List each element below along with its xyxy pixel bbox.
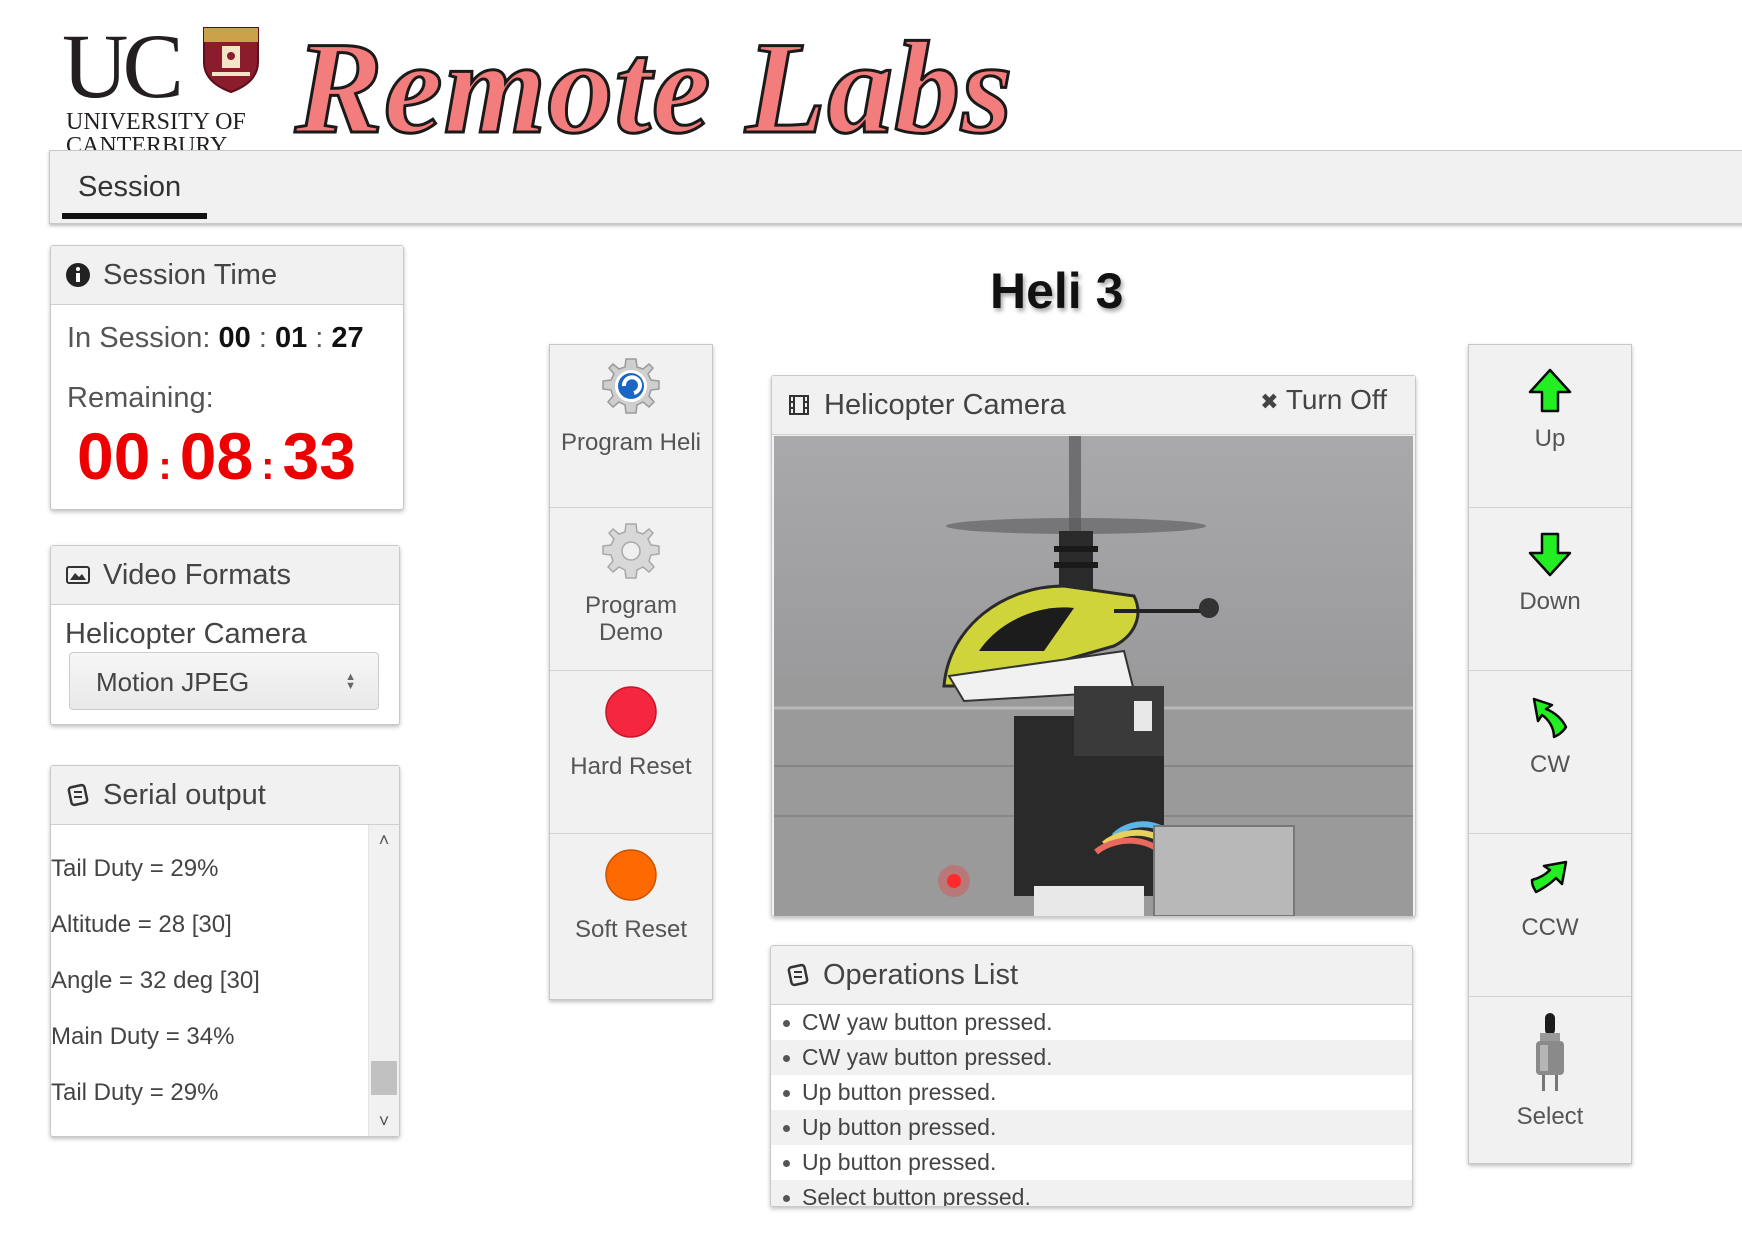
list-icon — [787, 963, 809, 987]
list-item: CW yaw button pressed. — [771, 1005, 1412, 1040]
rig-actions: Program Heli Program Demo Hard Reset Sof… — [549, 344, 713, 1000]
remaining-hours: 00 — [77, 419, 151, 493]
crest-icon — [203, 27, 259, 94]
button-label: Program Demo — [584, 592, 678, 646]
button-label: Select — [1516, 1103, 1584, 1130]
panel-header: Video Formats — [51, 546, 399, 605]
arrow-down-icon — [1528, 532, 1572, 577]
panel-title: Session Time — [103, 259, 278, 291]
operations-list[interactable]: CW yaw button pressed. CW yaw button pre… — [771, 1005, 1412, 1206]
serial-scrollbar[interactable]: ˄ ˅ — [368, 825, 399, 1136]
panel-title: Operations List — [823, 959, 1019, 991]
serial-line-partial — [51, 825, 58, 831]
list-item: Up button pressed. — [771, 1075, 1412, 1110]
serial-line: Tail Duty = 29% — [51, 855, 219, 882]
serial-line: Tail Duty = 29% — [51, 1079, 219, 1106]
list-item: Select button pressed. — [771, 1180, 1412, 1206]
serial-output-panel: Serial output Tail Duty = 29% Altitude =… — [50, 765, 400, 1137]
panel-title: Helicopter Camera — [824, 389, 1066, 421]
scroll-up-icon[interactable]: ˄ — [369, 825, 399, 855]
up-button[interactable]: Up — [1469, 345, 1631, 508]
serial-line: Altitude = 28 [30] — [51, 911, 232, 938]
active-tab-indicator — [62, 213, 207, 219]
ccw-button[interactable]: CCW — [1469, 834, 1631, 997]
serial-line: Main Duty = 34% — [51, 1023, 235, 1050]
camera-panel: Helicopter Camera ✖ Turn Off — [771, 375, 1416, 917]
soft-reset-button[interactable]: Soft Reset — [550, 834, 712, 997]
turn-off-button[interactable]: ✖ Turn Off — [1260, 376, 1387, 426]
hard-reset-button[interactable]: Hard Reset — [550, 671, 712, 834]
in-session-hours: 00 — [218, 322, 251, 354]
scroll-thumb[interactable] — [371, 1061, 397, 1095]
orange-circle-icon — [605, 849, 657, 901]
list-item: Up button pressed. — [771, 1110, 1412, 1145]
scroll-down-icon[interactable]: ˅ — [369, 1106, 399, 1136]
film-icon — [789, 395, 809, 415]
info-icon — [66, 263, 90, 287]
serial-line: Angle = 32 deg [30] — [51, 967, 260, 994]
program-heli-button[interactable]: Program Heli — [550, 345, 712, 508]
list-item: Up button pressed. — [771, 1145, 1412, 1180]
push-switch-icon — [1536, 1013, 1564, 1091]
panel-title: Serial output — [103, 779, 266, 811]
button-label: Hard Reset — [570, 753, 692, 780]
close-icon: ✖ — [1260, 389, 1279, 414]
gear-blue-icon — [602, 358, 660, 414]
rotate-cw-icon — [1532, 697, 1568, 739]
turn-off-label: Turn Off — [1285, 384, 1387, 415]
in-session-seconds: 27 — [331, 322, 364, 354]
university-logo: UC UNIVERSITY OF CANTERBURY — [62, 15, 262, 158]
down-button[interactable]: Down — [1469, 508, 1631, 671]
red-circle-icon — [605, 686, 657, 738]
select-arrows-icon: ▲ ▼ — [345, 671, 356, 692]
remaining-label: Remaining: — [67, 382, 214, 414]
list-item: CW yaw button pressed. — [771, 1040, 1412, 1075]
camera-feed — [774, 436, 1413, 916]
tab-bar: Session — [49, 150, 1742, 224]
button-label: Up — [1534, 425, 1566, 452]
gear-grey-icon — [602, 523, 660, 579]
logo-line-1: UNIVERSITY OF — [66, 109, 246, 135]
button-label: CCW — [1521, 914, 1579, 941]
rotate-ccw-icon — [1530, 860, 1568, 894]
button-label: Soft Reset — [574, 916, 688, 943]
button-label: CW — [1530, 751, 1570, 778]
operations-panel: Operations List CW yaw button pressed. C… — [770, 945, 1413, 1207]
cw-button[interactable]: CW — [1469, 671, 1631, 834]
arrow-up-icon — [1528, 368, 1572, 413]
logo-letters: UC — [62, 15, 184, 117]
session-time-panel: Session Time In Session: 00 : 01 : 27 Re… — [50, 245, 404, 510]
panel-header: Operations List — [771, 946, 1412, 1005]
video-formats-panel: Video Formats Helicopter Camera Motion J… — [50, 545, 400, 725]
list-icon — [67, 783, 89, 807]
site-title: Remote Labs — [294, 14, 1015, 161]
panel-header: Helicopter Camera ✖ Turn Off — [772, 376, 1415, 435]
rig-title: Heli 3 — [990, 263, 1124, 319]
in-session-label: In Session: — [67, 322, 211, 354]
panel-title: Video Formats — [103, 559, 292, 591]
select-button[interactable]: Select — [1469, 997, 1631, 1163]
selected-format: Motion JPEG — [96, 667, 250, 697]
image-icon — [66, 566, 90, 584]
camera-format-label: Helicopter Camera — [65, 618, 307, 650]
panel-header: Session Time — [51, 246, 403, 305]
helicopter-video-frame — [774, 436, 1413, 916]
serial-output-log[interactable]: Tail Duty = 29% Altitude = 28 [30] Angle… — [51, 825, 399, 1136]
remaining-minutes: 08 — [179, 419, 254, 493]
button-label: Down — [1519, 588, 1581, 615]
in-session-readout: In Session: 00 : 01 : 27 — [67, 322, 364, 354]
program-demo-button[interactable]: Program Demo — [550, 508, 712, 671]
in-session-minutes: 01 — [274, 322, 308, 354]
remaining-seconds: 33 — [282, 419, 356, 493]
button-label: Program Heli — [560, 429, 702, 456]
panel-header: Serial output — [51, 766, 399, 825]
video-format-select[interactable]: Motion JPEG ▲ ▼ — [69, 652, 379, 710]
heli-controls: Up Down CW CCW Select — [1468, 344, 1632, 1164]
remaining-time: 00:08:33 — [77, 419, 356, 493]
